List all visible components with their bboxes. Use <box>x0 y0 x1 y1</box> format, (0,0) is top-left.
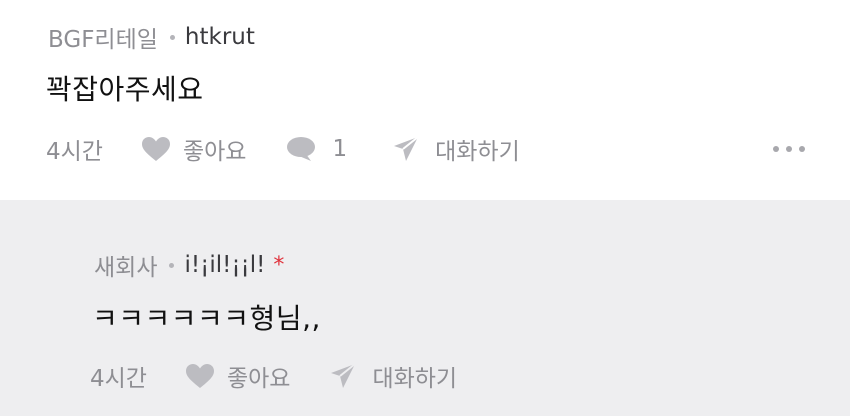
like-label: 좋아요 <box>226 366 291 392</box>
comment-time: 4시간 <box>46 139 103 165</box>
comment-nickname[interactable]: htkrut <box>185 24 255 50</box>
chat-button[interactable]: 대화하기 <box>330 359 457 393</box>
reply-count: 1 <box>332 136 348 162</box>
reply-text: ㅋㅋㅋㅋㅋㅋ형님,, <box>92 302 321 335</box>
reply-meta: 새회사 i!¡il!¡¡l! * <box>94 248 284 282</box>
reply-actions: 4시간 좋아요 대화하기 <box>90 359 457 393</box>
comment-bubble-icon <box>286 136 316 162</box>
chat-button[interactable]: 대화하기 <box>393 132 520 166</box>
separator-dot <box>169 262 175 268</box>
separator-dot <box>169 34 175 40</box>
comment-text: 꽉잡아주세요 <box>46 73 204 106</box>
comment-meta: BGF리테일 htkrut <box>48 20 255 54</box>
comment-actions: 4시간 좋아요 1 대화하기 <box>46 132 520 166</box>
heart-icon <box>141 136 171 162</box>
comment-item: BGF리테일 htkrut 꽉잡아주세요 4시간 좋아요 1 대화하기 <box>0 0 850 200</box>
reply-count-button[interactable]: 1 <box>286 136 347 162</box>
reply-author[interactable]: 새회사 <box>94 248 157 282</box>
more-icon[interactable] <box>773 146 805 152</box>
author-badge: * <box>273 252 285 278</box>
heart-icon <box>185 363 215 389</box>
reply-time: 4시간 <box>90 366 147 392</box>
chat-label: 대화하기 <box>372 366 458 392</box>
like-button[interactable]: 좋아요 <box>141 132 246 166</box>
like-label: 좋아요 <box>182 139 247 165</box>
reply-nickname[interactable]: i!¡il!¡¡l! <box>184 252 265 278</box>
send-icon <box>330 363 357 389</box>
comment-author[interactable]: BGF리테일 <box>48 20 158 54</box>
reply-item: 새회사 i!¡il!¡¡l! * ㅋㅋㅋㅋㅋㅋ형님,, 4시간 좋아요 대화하기 <box>0 200 850 416</box>
send-icon <box>393 136 419 162</box>
like-button[interactable]: 좋아요 <box>185 359 290 393</box>
chat-label: 대화하기 <box>435 139 520 165</box>
